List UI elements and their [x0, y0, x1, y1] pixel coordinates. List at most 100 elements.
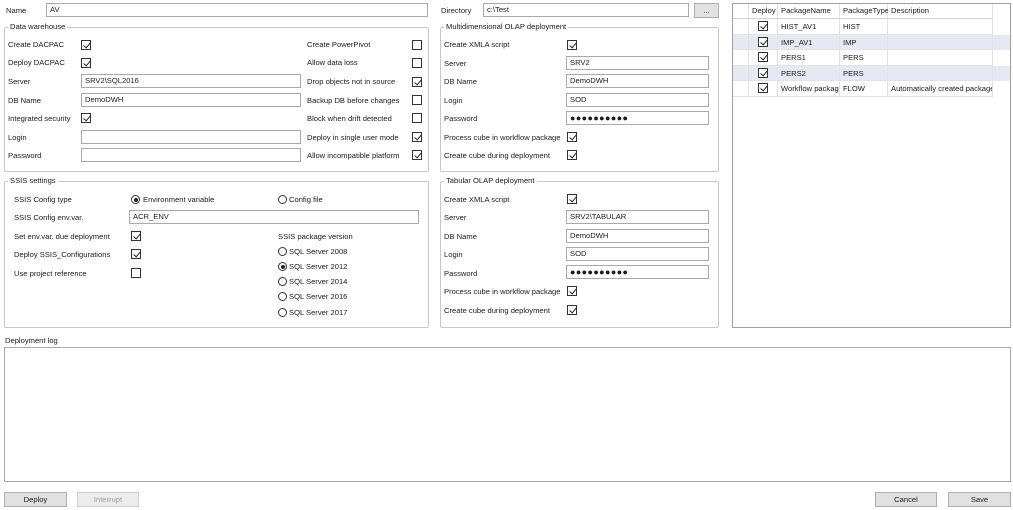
deployment-log-label: Deployment log [5, 336, 58, 345]
single-user-checkbox[interactable] [412, 132, 422, 142]
tab-create-xmla-checkbox[interactable] [567, 194, 577, 204]
backup-db-checkbox[interactable] [412, 95, 422, 105]
row-header[interactable] [733, 34, 749, 50]
tab-process-cube-checkbox[interactable] [567, 286, 577, 296]
deploy-cell[interactable] [749, 65, 778, 81]
env-var-radio[interactable] [131, 195, 140, 204]
browse-button[interactable]: ... [694, 3, 719, 18]
package-name-cell[interactable]: PERS2 [778, 65, 840, 81]
tab-dbname-input[interactable]: DemoDWH [566, 229, 709, 243]
deploy-button[interactable]: Deploy [4, 492, 67, 507]
tab-password-input[interactable]: ●●●●●●●●●● [566, 265, 709, 279]
row-deploy-checkbox[interactable] [758, 21, 768, 31]
version-2008-radio[interactable] [278, 247, 287, 256]
row-header[interactable] [733, 81, 749, 97]
tab-server-label: Server [444, 213, 467, 222]
backup-db-label: Backup DB before changes [307, 96, 400, 105]
tab-server-input[interactable]: SRV2\TABULAR [566, 210, 709, 224]
set-env-var-checkbox[interactable] [131, 231, 141, 241]
version-2014-radio[interactable] [278, 277, 287, 286]
table-row[interactable]: PERS1 PERS [733, 50, 1010, 66]
config-file-radio[interactable] [278, 195, 287, 204]
tab-login-input[interactable]: SOD [566, 247, 709, 261]
table-row[interactable]: HIST_AV1 HIST [733, 19, 1010, 35]
deploy-configs-checkbox[interactable] [131, 249, 141, 259]
version-2017-radio[interactable] [278, 308, 287, 317]
md-server-input[interactable]: SRV2 [566, 56, 709, 70]
integrated-security-checkbox[interactable] [81, 113, 91, 123]
tab-create-cube-checkbox[interactable] [567, 305, 577, 315]
row-header[interactable] [733, 50, 749, 66]
project-ref-checkbox[interactable] [131, 268, 141, 278]
version-2008-label: SQL Server 2008 [289, 247, 348, 256]
dw-dbname-label: DB Name [8, 96, 41, 105]
column-header-description[interactable]: Description [888, 4, 993, 19]
version-2016-label: SQL Server 2016 [289, 292, 348, 301]
set-env-var-label: Set env.var. due deployment [14, 232, 110, 241]
md-login-input[interactable]: SOD [566, 93, 709, 107]
dw-login-input[interactable] [81, 130, 301, 144]
description-cell[interactable] [888, 19, 993, 35]
column-header-package-name[interactable]: PackageName [778, 4, 840, 19]
create-powerpivot-label: Create PowerPivot [307, 40, 371, 49]
description-cell[interactable]: Automatically created package [888, 81, 993, 97]
column-header-package-type[interactable]: PackageType [840, 4, 889, 19]
dw-server-input[interactable]: SRV2\SQL2016 [81, 74, 301, 88]
dw-dbname-input[interactable]: DemoDWH [81, 93, 301, 107]
name-label: Name [6, 6, 27, 15]
allow-data-loss-label: Allow data loss [307, 58, 358, 67]
row-deploy-checkbox[interactable] [758, 83, 768, 93]
row-deploy-checkbox[interactable] [758, 67, 768, 78]
column-header-deploy[interactable]: Deploy [749, 4, 778, 19]
tabular-olap-title: Tabular OLAP deployment [444, 176, 537, 186]
deploy-dacpac-checkbox[interactable] [81, 58, 91, 68]
dw-password-input[interactable] [81, 148, 301, 162]
row-deploy-checkbox[interactable] [758, 52, 768, 62]
package-type-cell[interactable]: FLOW [840, 81, 888, 97]
md-create-xmla-checkbox[interactable] [567, 40, 577, 50]
table-row[interactable]: IMP_AV1 IMP [733, 34, 1010, 50]
version-2012-radio[interactable] [278, 262, 287, 271]
package-name-cell[interactable]: Workflow package [778, 81, 840, 97]
deploy-cell[interactable] [749, 34, 778, 50]
deploy-cell[interactable] [749, 19, 778, 35]
deploy-cell[interactable] [749, 50, 778, 66]
description-cell[interactable] [888, 34, 993, 50]
table-row[interactable]: Workflow package FLOW Automatically crea… [733, 81, 1010, 97]
deployment-log-area[interactable] [4, 347, 1011, 482]
description-cell[interactable] [888, 50, 993, 66]
md-create-cube-checkbox[interactable] [567, 150, 577, 160]
package-name-cell[interactable]: PERS1 [778, 50, 840, 66]
save-button[interactable]: Save [948, 492, 1011, 507]
md-password-input[interactable]: ●●●●●●●●●● [566, 111, 709, 125]
description-cell[interactable] [888, 65, 993, 81]
version-2017-label: SQL Server 2017 [289, 308, 348, 317]
allow-data-loss-checkbox[interactable] [412, 58, 422, 68]
row-header[interactable] [733, 65, 749, 81]
row-header[interactable] [733, 19, 749, 35]
package-type-cell[interactable]: HIST [840, 19, 888, 35]
name-input[interactable]: AV [46, 3, 428, 17]
incompatible-platform-checkbox[interactable] [412, 150, 422, 160]
md-dbname-input[interactable]: DemoDWH [566, 74, 709, 88]
package-type-cell[interactable]: PERS [840, 65, 888, 81]
integrated-security-label: Integrated security [8, 114, 71, 123]
create-dacpac-checkbox[interactable] [81, 40, 91, 50]
create-powerpivot-checkbox[interactable] [412, 40, 422, 50]
interrupt-button[interactable]: Interrupt [77, 492, 139, 507]
directory-input[interactable]: c:\Test [483, 3, 689, 17]
package-name-cell[interactable]: IMP_AV1 [778, 34, 840, 50]
table-row[interactable]: PERS2 PERS [733, 65, 1010, 81]
version-2016-radio[interactable] [278, 292, 287, 301]
drop-objects-checkbox[interactable] [412, 77, 422, 87]
ssis-env-var-input[interactable]: ACR_ENV [129, 210, 419, 224]
cancel-button[interactable]: Cancel [875, 492, 937, 507]
row-deploy-checkbox[interactable] [758, 36, 768, 47]
deploy-cell[interactable] [749, 81, 778, 97]
block-drift-checkbox[interactable] [412, 113, 422, 123]
package-type-cell[interactable]: PERS [840, 50, 888, 66]
package-type-cell[interactable]: IMP [840, 34, 888, 50]
md-process-cube-checkbox[interactable] [567, 132, 577, 142]
package-name-cell[interactable]: HIST_AV1 [778, 19, 840, 35]
md-create-xmla-label: Create XMLA script [444, 40, 510, 49]
